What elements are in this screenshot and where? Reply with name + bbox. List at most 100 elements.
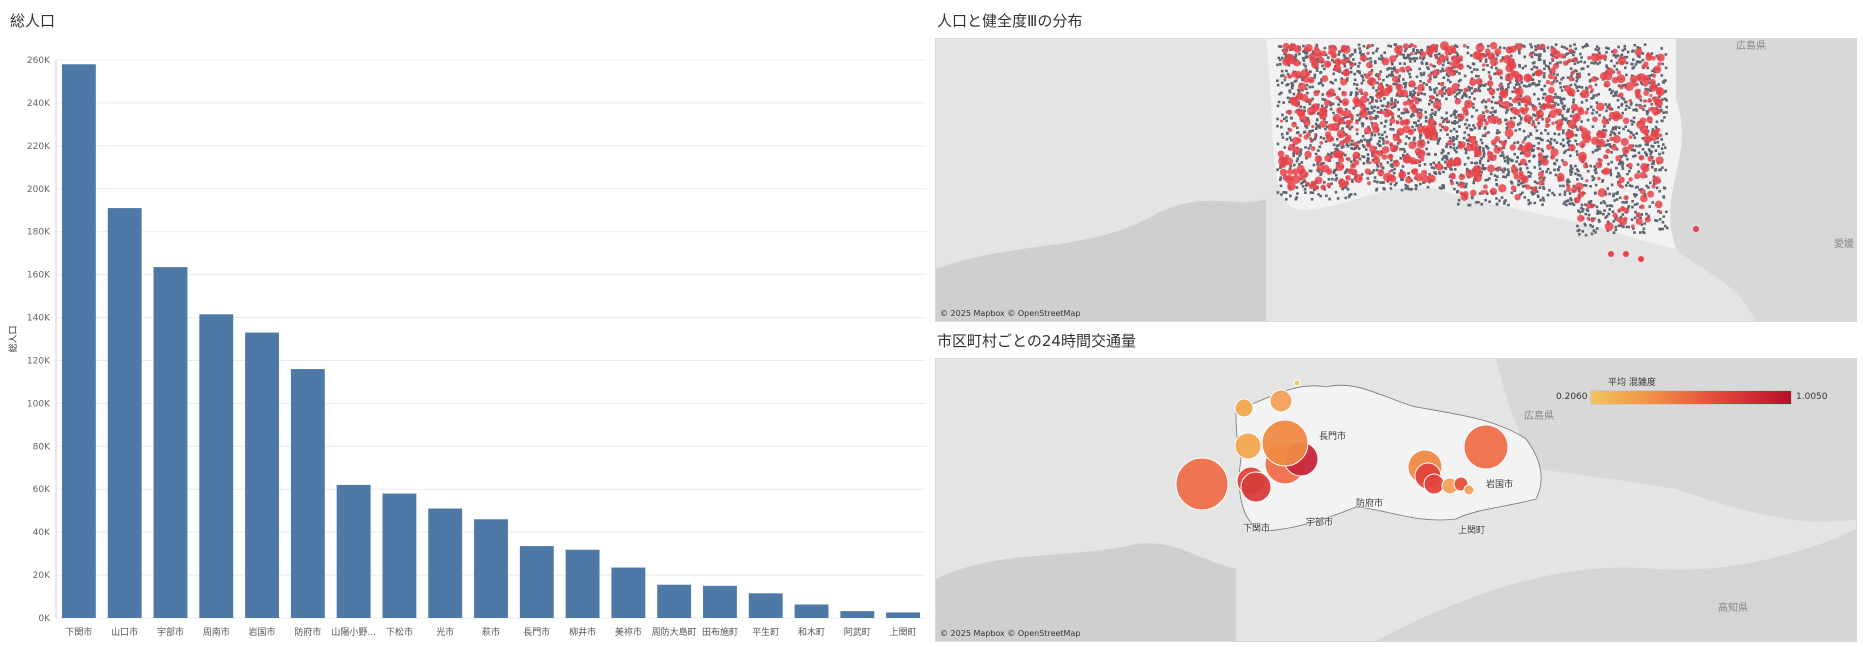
health-dot bbox=[1639, 99, 1643, 102]
health-dot bbox=[1632, 116, 1636, 120]
traffic-bubble[interactable] bbox=[1240, 471, 1272, 503]
city-label-iwakuni: 岩国市 bbox=[1486, 480, 1514, 490]
health-dot bbox=[1314, 127, 1318, 131]
health-dot bbox=[1381, 181, 1384, 184]
health-dot bbox=[1513, 116, 1516, 120]
health-dot bbox=[1654, 219, 1657, 222]
health-dot bbox=[1523, 196, 1527, 199]
traffic-bubble[interactable] bbox=[1269, 389, 1293, 413]
bar[interactable] bbox=[382, 493, 417, 618]
bar[interactable] bbox=[336, 484, 371, 618]
traffic-bubble[interactable] bbox=[1463, 484, 1475, 496]
health-dot bbox=[1373, 60, 1377, 63]
health-dot bbox=[1295, 126, 1299, 130]
traffic-volume-map[interactable]: 平均 混雑度 0.2060 1.0050 広島県 高知県 長門市 下関市 宇部市… bbox=[935, 358, 1857, 642]
bar[interactable] bbox=[703, 585, 737, 618]
health-distribution-map[interactable]: 広島県 愛媛 © 2025 Mapbox © OpenStreetMap bbox=[935, 38, 1857, 322]
health-dot bbox=[1288, 90, 1292, 94]
health-dot bbox=[1360, 81, 1364, 85]
health-dot bbox=[1400, 188, 1404, 192]
population-dot bbox=[1596, 102, 1605, 112]
health-dot bbox=[1452, 137, 1455, 141]
health-dot bbox=[1301, 185, 1305, 188]
health-dot bbox=[1441, 120, 1445, 124]
bar[interactable] bbox=[748, 593, 783, 618]
bar[interactable] bbox=[245, 332, 279, 618]
health-dot bbox=[1338, 87, 1341, 91]
population-dot bbox=[1309, 139, 1314, 143]
traffic-bubble[interactable] bbox=[1234, 432, 1262, 460]
bar[interactable] bbox=[611, 567, 646, 618]
health-dot bbox=[1641, 230, 1645, 234]
health-dot bbox=[1618, 174, 1621, 178]
health-dot bbox=[1453, 168, 1457, 171]
health-dot bbox=[1590, 97, 1593, 100]
city-label-shimonoseki: 下関市 bbox=[1243, 524, 1271, 534]
health-dot bbox=[1501, 151, 1504, 154]
health-dot bbox=[1563, 151, 1566, 154]
traffic-bubble[interactable] bbox=[1175, 457, 1229, 511]
population-dot bbox=[1597, 176, 1601, 181]
health-dot bbox=[1579, 52, 1582, 56]
traffic-bubble[interactable] bbox=[1261, 419, 1309, 467]
bar[interactable] bbox=[61, 64, 96, 619]
population-dot bbox=[1429, 44, 1435, 51]
health-dot bbox=[1554, 92, 1557, 96]
health-dot bbox=[1617, 131, 1621, 135]
health-dot bbox=[1554, 101, 1557, 105]
bar[interactable] bbox=[199, 314, 234, 618]
health-dot bbox=[1279, 176, 1283, 179]
health-dot bbox=[1562, 97, 1566, 101]
health-dot bbox=[1463, 74, 1467, 78]
population-dot bbox=[1488, 88, 1496, 96]
population-dot bbox=[1408, 80, 1416, 88]
health-dot bbox=[1544, 64, 1548, 68]
map2-attribution[interactable]: © 2025 Mapbox © OpenStreetMap bbox=[940, 629, 1080, 638]
bar[interactable] bbox=[290, 369, 325, 618]
health-dot bbox=[1420, 92, 1424, 95]
population-dot bbox=[1363, 91, 1369, 97]
health-dot bbox=[1576, 177, 1579, 181]
health-dot bbox=[1533, 53, 1537, 56]
health-dot bbox=[1499, 154, 1503, 158]
traffic-bubble[interactable] bbox=[1463, 424, 1509, 470]
health-dot bbox=[1611, 127, 1615, 131]
traffic-bubble[interactable] bbox=[1293, 379, 1301, 387]
bar[interactable] bbox=[840, 611, 875, 618]
bar[interactable] bbox=[794, 604, 829, 618]
bar[interactable] bbox=[428, 508, 463, 618]
health-dot bbox=[1392, 171, 1396, 175]
bar[interactable] bbox=[153, 267, 188, 618]
health-dot bbox=[1380, 133, 1384, 137]
map1-attribution[interactable]: © 2025 Mapbox © OpenStreetMap bbox=[940, 309, 1080, 318]
population-dot bbox=[1342, 45, 1351, 54]
bar[interactable] bbox=[519, 546, 554, 618]
population-dot bbox=[1389, 117, 1396, 124]
health-dot bbox=[1599, 201, 1603, 205]
population-dot bbox=[1570, 103, 1579, 112]
health-dot bbox=[1401, 165, 1405, 168]
bar[interactable] bbox=[474, 519, 508, 618]
health-dot bbox=[1326, 56, 1330, 59]
health-dot bbox=[1418, 164, 1421, 167]
population-dot bbox=[1583, 162, 1589, 169]
population-dot bbox=[1321, 75, 1329, 82]
health-dot bbox=[1622, 225, 1625, 229]
health-dot bbox=[1663, 79, 1667, 82]
bar[interactable] bbox=[565, 549, 600, 618]
population-dot bbox=[1506, 120, 1516, 129]
bar[interactable] bbox=[886, 612, 921, 618]
traffic-bubble[interactable] bbox=[1423, 473, 1445, 495]
health-dot bbox=[1501, 154, 1505, 157]
population-dot bbox=[1573, 196, 1581, 204]
health-dot bbox=[1276, 168, 1279, 171]
bar[interactable] bbox=[657, 584, 692, 618]
bar[interactable] bbox=[107, 208, 142, 619]
health-dot bbox=[1661, 62, 1664, 66]
map1-canvas[interactable] bbox=[936, 39, 1856, 321]
health-dot bbox=[1617, 105, 1620, 109]
traffic-bubble[interactable] bbox=[1234, 398, 1254, 418]
population-dot bbox=[1545, 144, 1553, 151]
population-dot bbox=[1580, 89, 1590, 99]
health-dot bbox=[1573, 62, 1577, 66]
